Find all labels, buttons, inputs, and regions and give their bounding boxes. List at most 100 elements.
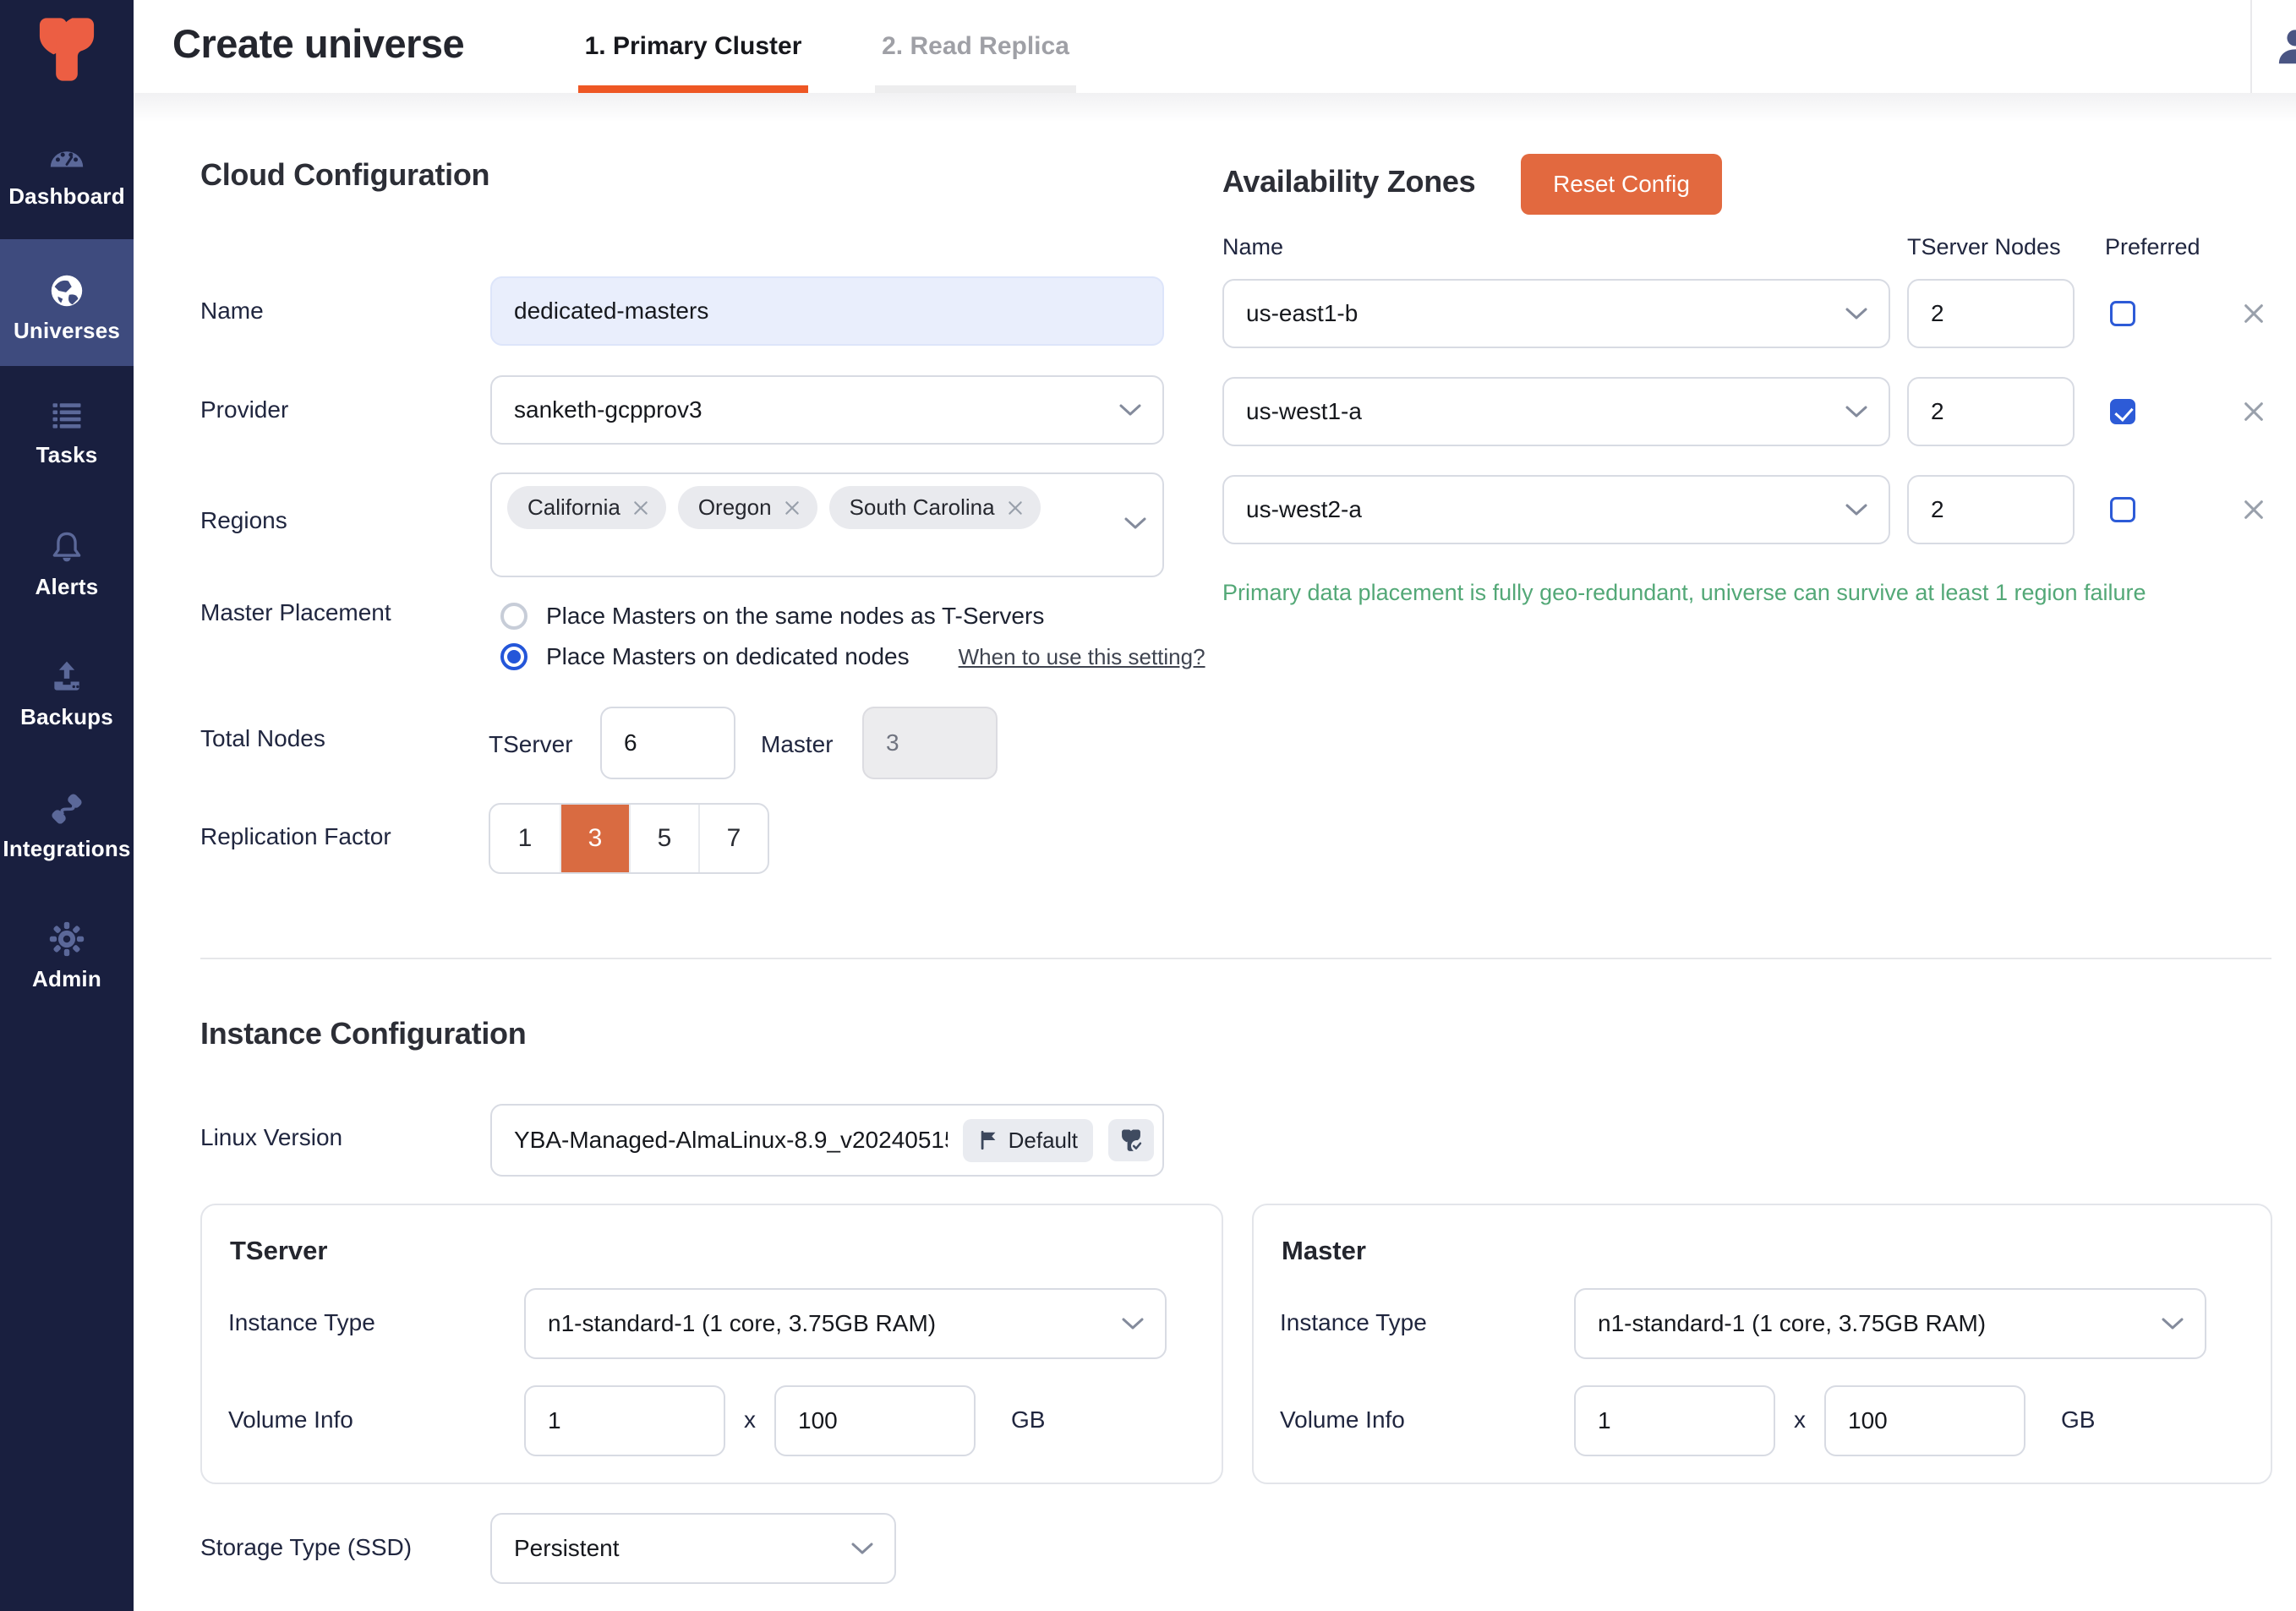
flag-icon (978, 1129, 1000, 1151)
rf-option-3[interactable]: 3 (560, 805, 629, 872)
master-instance-type-select[interactable]: n1-standard-1 (1 core, 3.75GB RAM) (1574, 1288, 2206, 1359)
rf-option-5[interactable]: 5 (629, 805, 698, 872)
remove-region-icon[interactable] (784, 500, 801, 516)
az-nodes-input[interactable] (1909, 300, 2073, 327)
default-badge: Default (963, 1119, 1093, 1162)
linux-version-value: YBA-Managed-AlmaLinux-8.9_v20240515 (492, 1127, 948, 1154)
when-to-use-link[interactable]: When to use this setting? (959, 644, 1205, 670)
region-chip-label: California (528, 494, 620, 521)
region-chip-south-carolina: South Carolina (829, 486, 1041, 529)
cloud-configuration-title: Cloud Configuration (200, 157, 489, 193)
chevron-down-icon (1121, 1317, 1145, 1330)
remove-az-icon[interactable] (2242, 498, 2266, 522)
instance-type-label: Instance Type (1280, 1309, 1427, 1336)
az-zone-select[interactable]: us-west1-a (1222, 377, 1890, 446)
az-zone-select[interactable]: us-east1-b (1222, 279, 1890, 348)
az-nodes-field (1907, 279, 2075, 348)
storage-type-value: Persistent (514, 1535, 620, 1562)
storage-type-label: Storage Type (SSD) (200, 1534, 412, 1561)
sidebar-item-integrations[interactable]: Integrations (0, 779, 134, 877)
provider-value: sanketh-gcpprov3 (514, 396, 702, 423)
master-volume-count-input[interactable] (1576, 1407, 1774, 1434)
replication-factor-selector: 1 3 5 7 (489, 803, 769, 874)
radio-row-dedicated: Place Masters on dedicated nodes When to… (500, 643, 1205, 670)
storage-type-select[interactable]: Persistent (490, 1513, 896, 1584)
az-zone-value: us-west2-a (1246, 496, 1362, 523)
universe-name-input[interactable] (492, 298, 1162, 325)
az-nodes-input[interactable] (1909, 496, 2073, 523)
tserver-volume-count-input[interactable] (526, 1407, 724, 1434)
tab-label: 1. Primary Cluster (585, 32, 802, 61)
master-volume-size-field (1824, 1385, 2025, 1456)
universe-name-field (490, 276, 1164, 346)
tserver-instance-type-select[interactable]: n1-standard-1 (1 core, 3.75GB RAM) (524, 1288, 1167, 1359)
chevron-down-icon (1118, 403, 1142, 417)
sidebar-item-label: Backups (20, 704, 113, 730)
radio-row-same-nodes: Place Masters on the same nodes as T-Ser… (500, 603, 1044, 630)
volume-unit-label: GB (2061, 1406, 2095, 1434)
page-title: Create universe (172, 20, 464, 67)
sidebar-item-dashboard[interactable]: Dashboard (0, 127, 134, 225)
preferred-checkbox-2[interactable] (2110, 497, 2135, 522)
user-icon[interactable] (2272, 24, 2296, 69)
globe-icon (47, 271, 86, 310)
sidebar-item-label: Universes (14, 318, 120, 344)
tab-primary-cluster[interactable]: 1. Primary Cluster (578, 0, 808, 93)
master-panel-title: Master (1282, 1236, 1366, 1266)
total-master-label: Master (761, 731, 834, 758)
chevron-down-icon (1845, 405, 1868, 418)
sidebar-item-tasks[interactable]: Tasks (0, 385, 134, 483)
master-volume-size-input[interactable] (1826, 1407, 2024, 1434)
yba-managed-icon[interactable] (1108, 1119, 1154, 1161)
provider-select[interactable]: sanketh-gcpprov3 (490, 375, 1164, 445)
radio-dedicated-nodes-label: Place Masters on dedicated nodes (546, 643, 910, 670)
remove-region-icon[interactable] (632, 500, 649, 516)
gear-icon (47, 920, 86, 958)
sidebar-item-universes[interactable]: Universes (0, 239, 134, 366)
az-zone-select[interactable]: us-west2-a (1222, 475, 1890, 544)
az-nodes-input[interactable] (1909, 398, 2073, 425)
chevron-down-icon (1123, 516, 1147, 530)
remove-region-icon[interactable] (1007, 500, 1024, 516)
master-nodes-field (862, 707, 998, 779)
tserver-volume-size-input[interactable] (776, 1407, 974, 1434)
sidebar-item-label: Dashboard (8, 183, 125, 210)
linux-version-select[interactable]: YBA-Managed-AlmaLinux-8.9_v20240515 Defa… (490, 1104, 1164, 1177)
tserver-nodes-field (600, 707, 735, 779)
bell-icon (47, 527, 86, 566)
tserver-volume-size-field (774, 1385, 976, 1456)
topbar-divider (2250, 0, 2252, 93)
tab-label: 2. Read Replica (882, 32, 1069, 61)
region-chip-california: California (507, 486, 666, 529)
reset-config-button[interactable]: Reset Config (1521, 154, 1722, 215)
yugabyte-logo-icon[interactable] (26, 12, 107, 86)
name-label: Name (200, 298, 264, 325)
section-divider (200, 958, 2271, 959)
radio-dedicated-nodes[interactable] (500, 643, 528, 670)
regions-multiselect[interactable]: California Oregon South Carolina (490, 472, 1164, 577)
sidebar-item-label: Admin (32, 966, 101, 992)
sidebar-item-alerts[interactable]: Alerts (0, 517, 134, 615)
tserver-nodes-input[interactable] (602, 729, 734, 756)
az-col-preferred: Preferred (2105, 234, 2200, 260)
sidebar-item-admin[interactable]: Admin (0, 909, 134, 1008)
remove-az-icon[interactable] (2242, 302, 2266, 325)
rf-option-1[interactable]: 1 (490, 805, 560, 872)
rf-option-7[interactable]: 7 (698, 805, 768, 872)
chevron-down-icon (850, 1542, 874, 1555)
instance-configuration-title: Instance Configuration (200, 1016, 526, 1051)
preferred-checkbox-1[interactable] (2110, 399, 2135, 424)
dashboard-icon (47, 137, 86, 176)
sidebar-item-label: Alerts (36, 574, 99, 600)
preferred-checkbox-0[interactable] (2110, 301, 2135, 326)
tab-read-replica[interactable]: 2. Read Replica (875, 0, 1076, 93)
region-chip-label: Oregon (698, 494, 772, 521)
radio-same-nodes[interactable] (500, 603, 528, 630)
az-nodes-field (1907, 475, 2075, 544)
tserver-panel-title: TServer (230, 1236, 327, 1266)
instance-type-label: Instance Type (228, 1309, 375, 1336)
az-col-nodes: TServer Nodes (1907, 234, 2061, 260)
chevron-down-icon (2161, 1317, 2184, 1330)
remove-az-icon[interactable] (2242, 400, 2266, 423)
sidebar-item-backups[interactable]: Backups (0, 647, 134, 745)
